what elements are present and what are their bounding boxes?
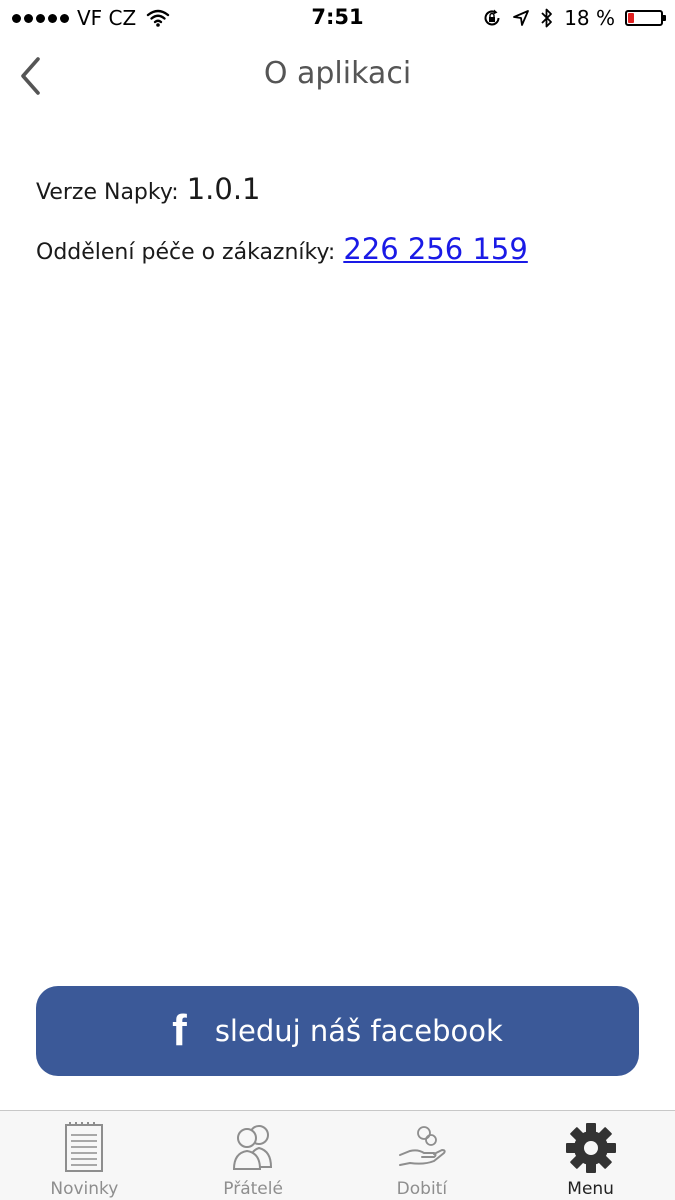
- location-icon: [513, 10, 530, 26]
- version-label: Verze Napky:: [36, 180, 179, 205]
- status-bar: VF CZ 7:51 18 %: [0, 0, 675, 40]
- version-value: 1.0.1: [186, 172, 261, 206]
- customer-care-row: Oddělení péče o zákazníky: 226 256 159: [36, 232, 528, 266]
- status-right: 18 %: [482, 6, 666, 30]
- battery-icon: [625, 10, 666, 26]
- tab-dobiti[interactable]: Dobití: [338, 1111, 507, 1200]
- tab-bar: Novinky Přátelé Dobití Menu: [0, 1110, 675, 1200]
- tab-pratele[interactable]: Přátelé: [169, 1111, 338, 1200]
- rotation-lock-icon: [484, 9, 500, 26]
- navigation-bar: O aplikaci: [0, 40, 675, 112]
- tab-label-menu: Menu: [567, 1179, 614, 1199]
- battery-level: [628, 13, 634, 23]
- screen: VF CZ 7:51 18 % O aplikaci Verze Napky: …: [0, 0, 675, 1200]
- tab-menu[interactable]: Menu: [506, 1111, 675, 1200]
- facebook-button-label: sleduj náš facebook: [214, 1014, 503, 1048]
- tab-label-pratele: Přátelé: [223, 1179, 283, 1199]
- friends-icon: [233, 1125, 273, 1170]
- tab-label-dobiti: Dobití: [396, 1179, 448, 1199]
- page-title: O aplikaci: [263, 56, 412, 91]
- facebook-icon: f: [172, 1006, 187, 1055]
- facebook-button[interactable]: f sleduj náš facebook: [36, 986, 639, 1076]
- news-icon: [65, 1122, 104, 1172]
- gear-icon: [565, 1123, 616, 1173]
- customer-care-label: Oddělení péče o zákazníky:: [36, 240, 336, 265]
- tab-label-novinky: Novinky: [50, 1179, 119, 1199]
- version-row: Verze Napky: 1.0.1: [36, 172, 261, 206]
- battery-percentage: 18 %: [564, 6, 615, 30]
- top-up-icon: [398, 1126, 446, 1166]
- bluetooth-icon: [541, 8, 553, 28]
- tab-novinky[interactable]: Novinky: [0, 1111, 169, 1200]
- customer-care-phone-link[interactable]: 226 256 159: [343, 232, 528, 266]
